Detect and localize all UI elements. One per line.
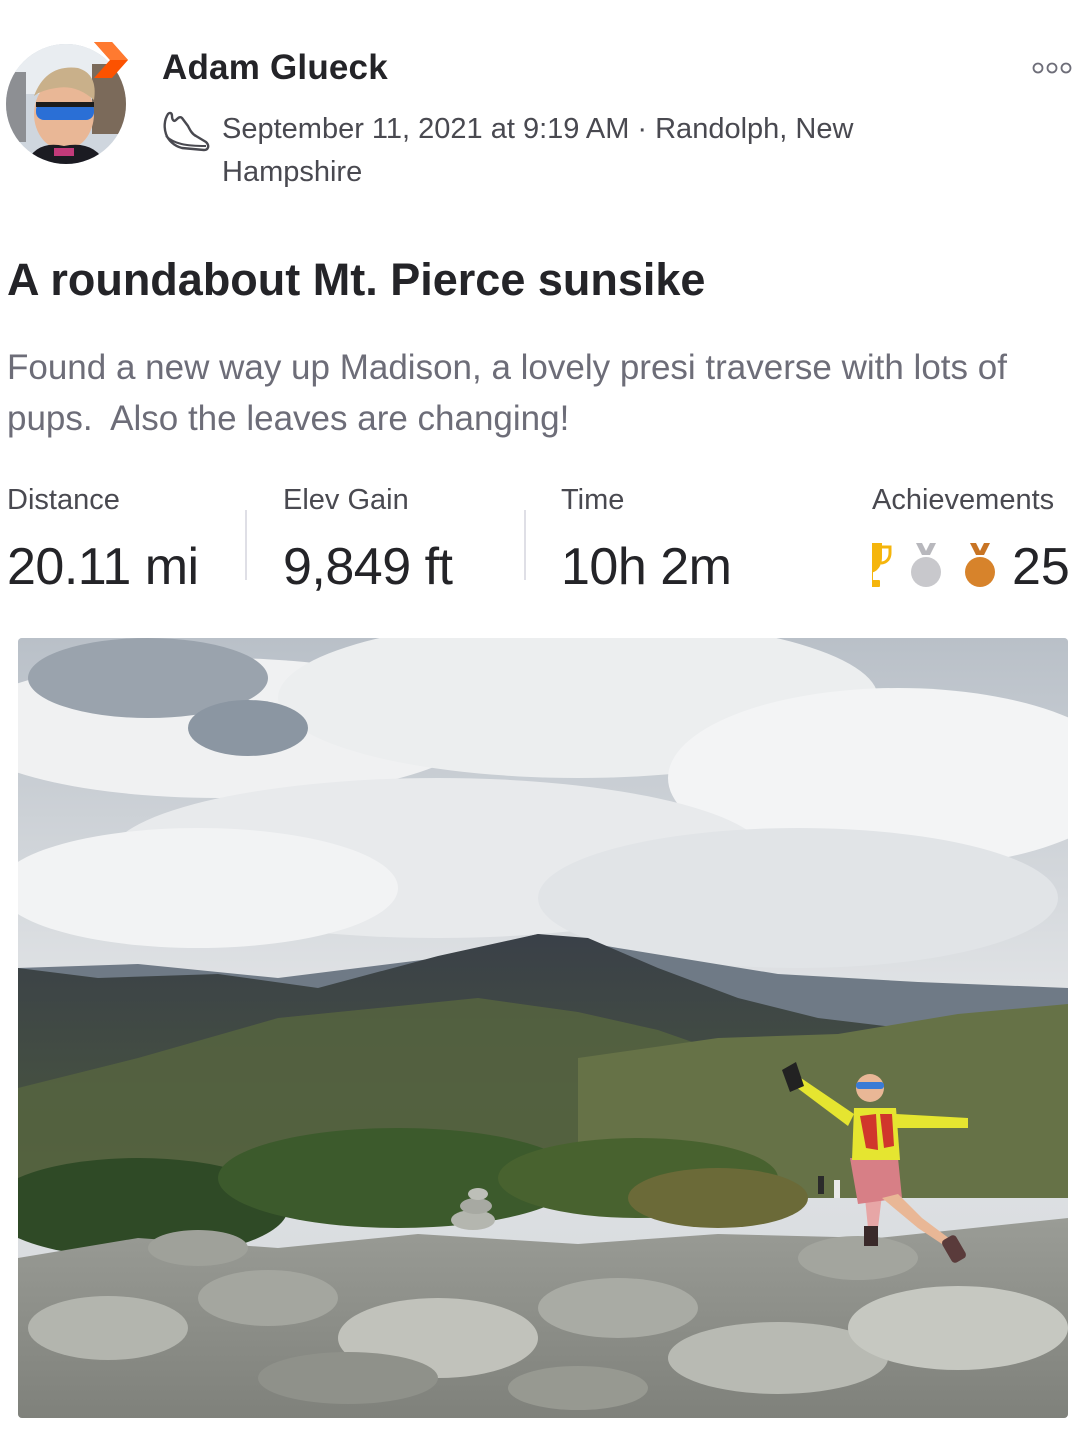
stat-elev-gain: Elev Gain 9,849 ft bbox=[283, 484, 453, 597]
stat-divider bbox=[245, 510, 247, 580]
silver-medal-icon bbox=[911, 543, 941, 587]
bronze-medal-icon bbox=[965, 543, 995, 587]
stat-distance-label: Distance bbox=[7, 484, 120, 516]
trophy-icon bbox=[872, 543, 892, 587]
activity-title[interactable]: A roundabout Mt. Pierce sunsike bbox=[7, 254, 705, 306]
stat-time-label: Time bbox=[561, 484, 625, 516]
stat-achievements[interactable]: Achievements 25 bbox=[872, 484, 1074, 597]
stat-time: Time 10h 2m bbox=[561, 484, 732, 597]
more-dots-icon[interactable] bbox=[1028, 58, 1074, 78]
stat-divider bbox=[524, 510, 526, 580]
activity-date-location: September 11, 2021 at 9:19 AM · Randolph… bbox=[222, 113, 854, 188]
stat-distance: Distance 20.11 mi bbox=[7, 484, 199, 597]
activity-description: Found a new way up Madison, a lovely pre… bbox=[7, 348, 1017, 438]
stat-time-value: 10h 2m bbox=[561, 538, 732, 596]
stat-elev-gain-label: Elev Gain bbox=[283, 484, 409, 516]
stat-distance-value: 20.11 mi bbox=[7, 538, 199, 596]
subscriber-badge-icon bbox=[94, 42, 128, 78]
activity-photo[interactable] bbox=[18, 638, 1068, 1418]
stat-elev-gain-value: 9,849 ft bbox=[283, 538, 453, 596]
achievement-count: 25 bbox=[1012, 538, 1070, 596]
athlete-name[interactable]: Adam Glueck bbox=[162, 48, 388, 88]
shoe-icon bbox=[163, 111, 210, 152]
stat-achievements-label: Achievements bbox=[872, 484, 1055, 516]
